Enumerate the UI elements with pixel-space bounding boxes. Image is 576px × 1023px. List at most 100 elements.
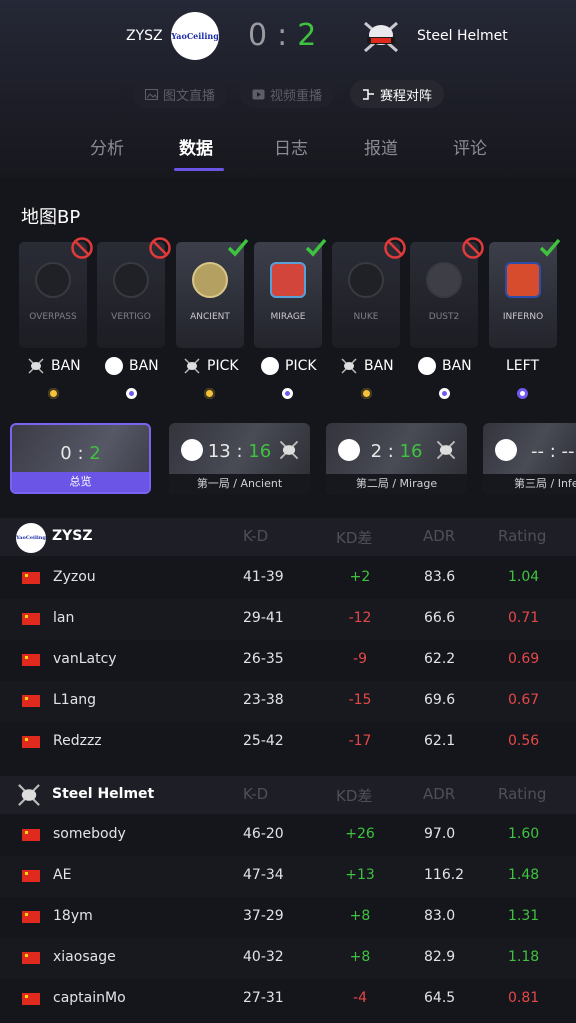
game-label: 总览	[12, 472, 149, 492]
player-row[interactable]: Zyzou 41-39 +2 83.6 1.04	[0, 558, 576, 599]
player-row[interactable]: Redzzz 25-42 -17 62.1 0.56	[0, 722, 576, 763]
score-separator: :	[277, 18, 290, 53]
game-card-map2[interactable]: 2 : 16 第二局 / Mirage	[326, 423, 467, 494]
player-kd: 23-38	[243, 692, 284, 708]
col-adr: ADR	[423, 785, 456, 803]
player-adr: 83.0	[424, 908, 456, 924]
schedule-bracket-label: 赛程对阵	[380, 88, 433, 104]
player-adr: 62.2	[424, 651, 456, 667]
player-name[interactable]: L1ang	[53, 692, 96, 708]
zysz-team-icon: YaoCeiling	[16, 523, 46, 553]
team-left-logo-text: YaoCeiling	[171, 31, 219, 41]
ban-icon	[149, 237, 171, 259]
map-emblem-icon	[192, 262, 228, 298]
team-left-logo[interactable]: YaoCeiling	[171, 12, 219, 60]
player-kd-diff: -4	[353, 990, 367, 1006]
bp-action-1: BAN	[27, 356, 81, 376]
tab-log[interactable]: 日志	[274, 134, 308, 159]
col-rating: Rating	[498, 527, 547, 545]
pick-order-dot	[517, 388, 528, 399]
player-adr: 64.5	[424, 990, 456, 1006]
score-right: 2	[297, 18, 319, 53]
team-name[interactable]: Steel Helmet	[52, 786, 154, 802]
player-rating: 1.31	[508, 908, 540, 924]
game-card-map3[interactable]: -- : -- 第三局 / Inferno	[483, 423, 576, 494]
bp-action-2: BAN	[105, 356, 159, 376]
tab-data[interactable]: 数据	[179, 134, 213, 159]
team-right-name[interactable]: Steel Helmet	[417, 28, 508, 44]
player-row[interactable]: lan 29-41 -12 66.6 0.71	[0, 599, 576, 640]
tab-report[interactable]: 报道	[364, 134, 398, 159]
player-kd: 40-32	[243, 949, 284, 965]
player-name[interactable]: vanLatcy	[53, 651, 117, 667]
team-left-stats-header: YaoCeiling ZYSZ K-D KD差 ADR Rating	[0, 518, 576, 556]
game-score: 0 : 2	[60, 443, 101, 464]
player-adr: 116.2	[424, 867, 465, 883]
player-row[interactable]: vanLatcy 26-35 -9 62.2 0.69	[0, 640, 576, 681]
china-flag-icon	[22, 829, 40, 841]
player-name[interactable]: xiaosage	[53, 949, 116, 965]
tab-bar: 分析 数据 日志 报道 评论	[0, 130, 576, 172]
player-name[interactable]: Zyzou	[53, 569, 96, 585]
player-rating: 0.71	[508, 610, 540, 626]
zysz-team-icon	[418, 357, 436, 375]
team-right-logo[interactable]	[358, 17, 404, 57]
player-kd: 26-35	[243, 651, 284, 667]
pick-order-dot	[48, 388, 59, 399]
player-rating: 0.69	[508, 651, 540, 667]
schedule-bracket-button[interactable]: 赛程对阵	[350, 80, 445, 108]
ban-icon	[462, 237, 484, 259]
game-card-overview[interactable]: 0 : 2 总览	[10, 423, 151, 494]
tab-comments[interactable]: 评论	[453, 134, 487, 159]
player-row[interactable]: AE 47-34 +13 116.2 1.48	[0, 856, 576, 897]
player-name[interactable]: AE	[53, 867, 71, 883]
pick-order-dot	[126, 388, 137, 399]
player-name[interactable]: captainMo	[53, 990, 126, 1006]
player-kd: 37-29	[243, 908, 284, 924]
game-card-map1[interactable]: 13 : 16 第一局 / Ancient	[169, 423, 310, 494]
video-replay-button[interactable]: 视频重播	[240, 80, 335, 108]
player-name[interactable]: lan	[53, 610, 74, 626]
china-flag-icon	[22, 613, 40, 625]
bp-action-label: BAN	[442, 358, 472, 374]
player-kd: 46-20	[243, 826, 284, 842]
player-row[interactable]: L1ang 23-38 -15 69.6 0.67	[0, 681, 576, 722]
player-name[interactable]: somebody	[53, 826, 126, 842]
game-label: 第三局 / Inferno	[483, 474, 576, 494]
tab-analysis[interactable]: 分析	[90, 134, 124, 159]
player-row[interactable]: somebody 46-20 +26 97.0 1.60	[0, 815, 576, 856]
team-left-name[interactable]: ZYSZ	[126, 28, 163, 44]
player-kd-diff: +13	[345, 867, 375, 883]
player-rating: 0.56	[508, 733, 540, 749]
helmet-team-icon	[28, 358, 44, 374]
player-adr: 83.6	[424, 569, 456, 585]
map-emblem-icon	[505, 262, 541, 298]
player-row[interactable]: 18ym 37-29 +8 83.0 1.31	[0, 897, 576, 938]
pick-order-dot	[439, 388, 450, 399]
map-name: INFERNO	[502, 312, 544, 322]
map-emblem-icon	[270, 262, 306, 298]
match-header: ZYSZ YaoCeiling 0:2 Steel Helmet 图文直播 视频…	[0, 0, 576, 178]
zysz-team-icon	[261, 357, 279, 375]
player-name[interactable]: Redzzz	[53, 733, 102, 749]
bp-action-label: LEFT	[506, 358, 540, 374]
team-name[interactable]: ZYSZ	[52, 528, 93, 544]
bp-action-label: PICK	[285, 358, 317, 374]
player-row[interactable]: xiaosage 40-32 +8 82.9 1.18	[0, 938, 576, 979]
helmet-logo-icon	[364, 21, 398, 53]
active-tab-indicator	[174, 168, 224, 171]
helmet-team-icon	[341, 358, 357, 374]
china-flag-icon	[22, 870, 40, 882]
player-adr: 62.1	[424, 733, 456, 749]
video-replay-label: 视频重播	[270, 88, 323, 104]
player-name[interactable]: 18ym	[53, 908, 93, 924]
pick-order-dot	[204, 388, 215, 399]
live-text-button[interactable]: 图文直播	[133, 80, 228, 108]
ban-icon	[71, 237, 93, 259]
player-kd-diff: +8	[349, 949, 371, 965]
player-adr: 97.0	[424, 826, 456, 842]
player-kd-diff: -15	[348, 692, 372, 708]
col-kd: K-D	[243, 527, 269, 545]
china-flag-icon	[22, 572, 40, 584]
player-row[interactable]: captainMo 27-31 -4 64.5 0.81	[0, 979, 576, 1020]
